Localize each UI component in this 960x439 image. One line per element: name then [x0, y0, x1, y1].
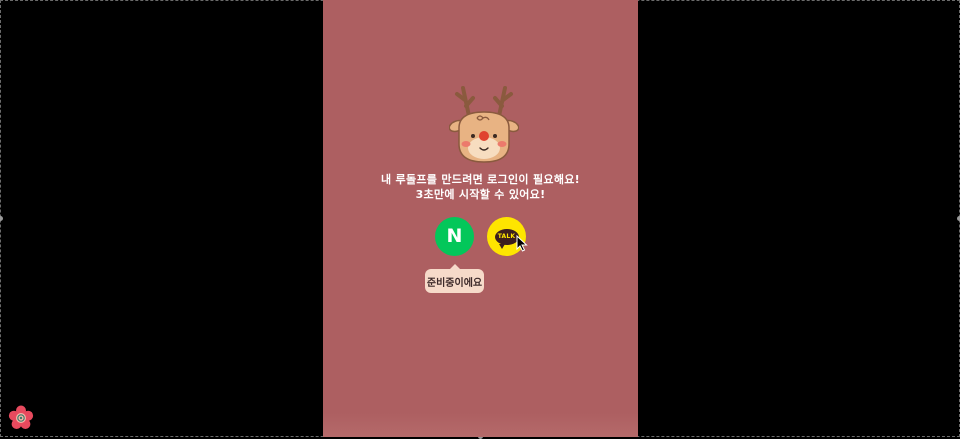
flower-logo-icon[interactable]: [8, 405, 34, 431]
mouse-cursor-icon: [516, 235, 528, 252]
tooltip-text: 준비중이에요: [426, 277, 483, 289]
naver-login-button[interactable]: N: [435, 217, 474, 256]
reindeer-mascot-icon: [449, 86, 519, 163]
login-screen: 내 루돌프를 만드려면 로그인이 필요해요! 3초만에 시작할 수 있어요! N…: [323, 0, 638, 437]
message-line-2: 3초만에 시작할 수 있어요!: [415, 188, 546, 201]
kakao-talk-label: TALK: [497, 233, 516, 240]
login-required-message: 내 루돌프를 만드려면 로그인이 필요해요! 3초만에 시작할 수 있어요!: [323, 172, 638, 202]
coming-soon-tooltip: 준비중이에요: [425, 264, 484, 293]
kakao-talk-icon: TALK: [494, 228, 519, 249]
message-line-1: 내 루돌프를 만드려면 로그인이 필요해요!: [381, 173, 580, 186]
naver-icon: N: [446, 225, 463, 247]
